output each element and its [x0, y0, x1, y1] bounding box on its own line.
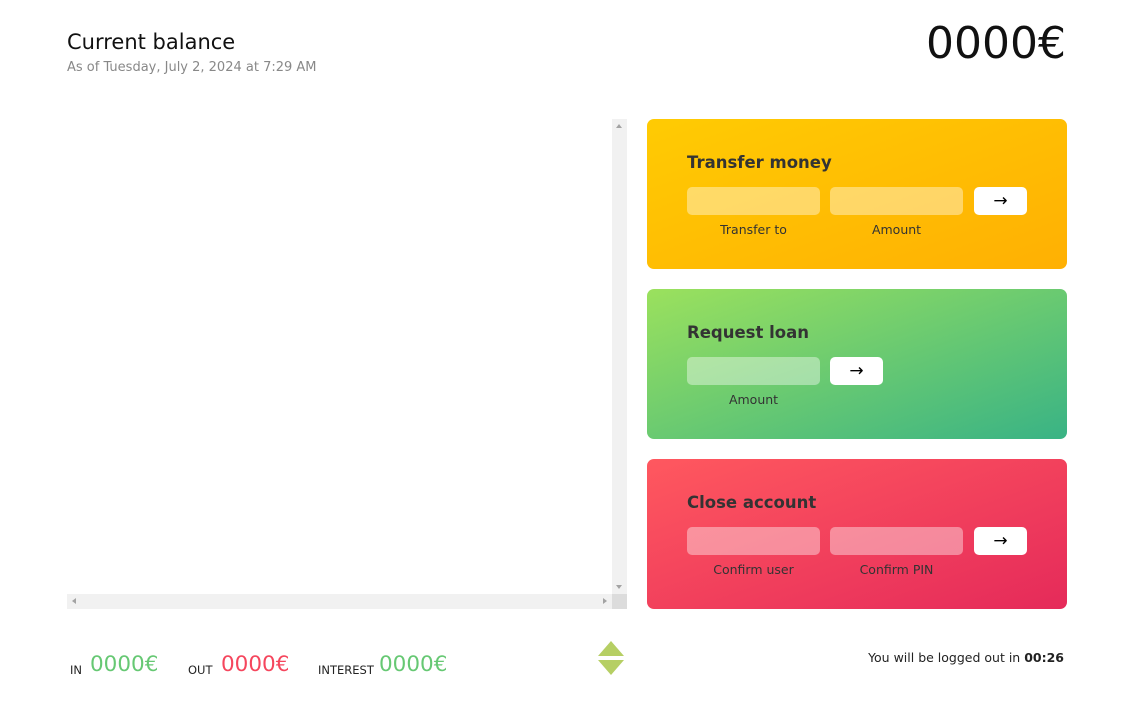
movements-list[interactable]	[67, 119, 627, 609]
scroll-down-icon[interactable]	[616, 585, 622, 589]
summary-in-value: 0000€	[90, 652, 159, 677]
transfer-to-label: Transfer to	[720, 222, 787, 237]
bank-app: Current balance As of Tuesday, July 2, 2…	[0, 0, 1124, 716]
transfer-form: → Transfer to Amount	[687, 187, 1027, 247]
scroll-right-icon[interactable]	[603, 598, 607, 604]
balance-title: Current balance	[67, 30, 236, 54]
arrow-right-icon: →	[993, 191, 1008, 211]
logout-text: You will be logged out in	[868, 650, 1025, 665]
transfer-submit-button[interactable]: →	[974, 187, 1027, 215]
loan-amount-input[interactable]	[687, 357, 820, 385]
summary-out-label: Out	[188, 663, 213, 677]
vertical-scrollbar[interactable]	[612, 119, 627, 594]
sort-down-icon	[598, 660, 624, 675]
summary-in-label: In	[70, 663, 82, 677]
sort-button[interactable]	[598, 641, 624, 677]
confirm-pin-label: Confirm PIN	[859, 562, 934, 577]
confirm-user-label: Confirm user	[713, 562, 794, 577]
close-account-card: Close account → Confirm user Confirm PIN	[647, 459, 1067, 609]
arrow-right-icon: →	[993, 531, 1008, 551]
close-account-submit-button[interactable]: →	[974, 527, 1027, 555]
scroll-up-icon[interactable]	[616, 124, 622, 128]
loan-title: Request loan	[687, 323, 809, 342]
logout-timer: 00:26	[1024, 650, 1064, 665]
transfer-card: Transfer money → Transfer to Amount	[647, 119, 1067, 269]
confirm-pin-input[interactable]	[830, 527, 963, 555]
logout-timer-text: You will be logged out in 00:26	[868, 650, 1064, 665]
transfer-title: Transfer money	[687, 153, 832, 172]
scrollbar-corner	[612, 594, 627, 609]
loan-amount-label: Amount	[728, 392, 779, 407]
transfer-to-input[interactable]	[687, 187, 820, 215]
loan-form: → Amount	[687, 357, 1027, 417]
summary-out-value: 0000€	[221, 652, 290, 677]
confirm-user-input[interactable]	[687, 527, 820, 555]
scroll-left-icon[interactable]	[72, 598, 76, 604]
sort-up-icon	[598, 641, 624, 656]
transfer-amount-label: Amount	[871, 222, 922, 237]
balance-date: As of Tuesday, July 2, 2024 at 7:29 AM	[67, 60, 317, 75]
summary-interest-value: 0000€	[379, 652, 448, 677]
close-account-title: Close account	[687, 493, 817, 512]
close-account-form: → Confirm user Confirm PIN	[687, 527, 1027, 587]
summary-interest-label: Interest	[318, 663, 374, 677]
transfer-amount-input[interactable]	[830, 187, 963, 215]
balance-value: 0000€	[926, 18, 1066, 69]
arrow-right-icon: →	[849, 361, 864, 381]
loan-submit-button[interactable]: →	[830, 357, 883, 385]
horizontal-scrollbar[interactable]	[67, 594, 612, 609]
loan-card: Request loan → Amount	[647, 289, 1067, 439]
